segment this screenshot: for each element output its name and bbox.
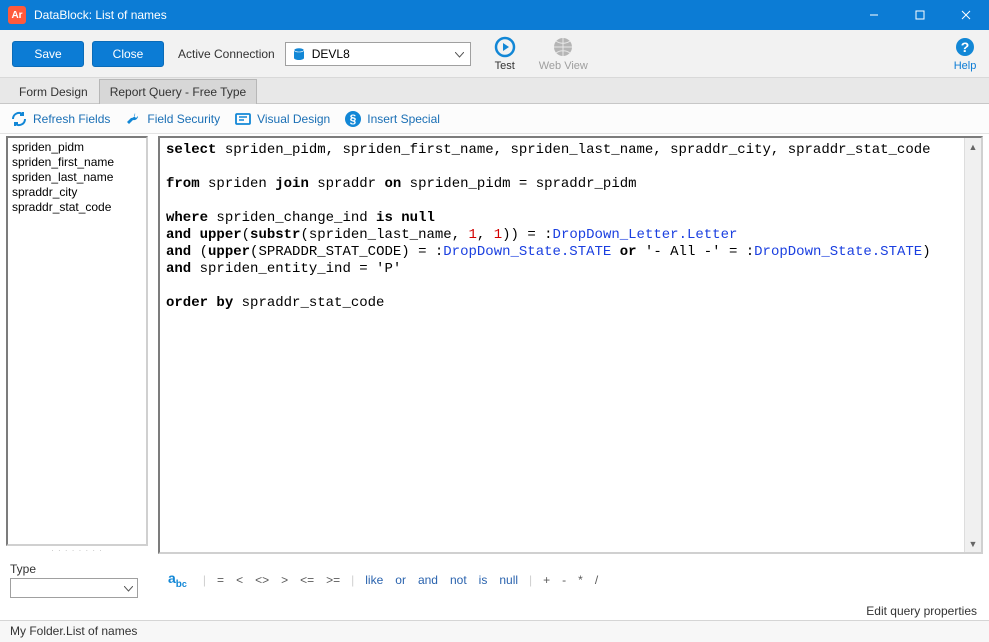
scroll-down-icon[interactable]: ▼	[965, 535, 981, 552]
minimize-button[interactable]	[851, 0, 897, 30]
app-icon: Ar	[8, 6, 26, 24]
operator-[interactable]: +	[540, 573, 553, 587]
close-window-button[interactable]	[943, 0, 989, 30]
operator-[interactable]: <>	[252, 573, 272, 587]
vertical-scrollbar[interactable]: ▲ ▼	[964, 138, 981, 552]
window-controls	[851, 0, 989, 30]
operator-[interactable]: >	[278, 573, 291, 587]
maximize-button[interactable]	[897, 0, 943, 30]
sql-editor-panel: select spriden_pidm, spriden_first_name,…	[158, 136, 983, 554]
field-item[interactable]: spriden_first_name	[12, 155, 142, 170]
database-icon	[292, 47, 306, 61]
operator-[interactable]: >=	[323, 573, 343, 587]
operator-[interactable]: *	[575, 573, 586, 587]
window-title: DataBlock: List of names	[34, 8, 851, 22]
operator-is[interactable]: is	[476, 573, 491, 587]
test-label: Test	[495, 60, 515, 72]
main-toolbar: Save Close Active Connection DEVL8 Test …	[0, 30, 989, 78]
insert-special-label: Insert Special	[367, 112, 440, 126]
help-button[interactable]: ? Help	[953, 35, 977, 72]
section-icon: §	[344, 110, 362, 128]
type-box: Type	[10, 562, 150, 598]
operator-bar: abc | =<<>><=>=|likeorandnotisnull|+-*/	[168, 570, 979, 590]
work-area: spriden_pidmspriden_first_namespriden_la…	[0, 134, 989, 554]
operator-[interactable]: =	[214, 573, 227, 587]
visual-design-label: Visual Design	[257, 112, 330, 126]
status-bar: My Folder.List of names	[0, 620, 989, 642]
svg-text:§: §	[350, 112, 357, 126]
close-button[interactable]: Close	[92, 41, 164, 67]
insert-special-button[interactable]: § Insert Special	[344, 110, 440, 128]
field-item[interactable]: spraddr_stat_code	[12, 200, 142, 215]
refresh-fields-button[interactable]: Refresh Fields	[10, 110, 110, 128]
refresh-icon	[10, 110, 28, 128]
status-text: My Folder.List of names	[10, 624, 137, 638]
operator-like[interactable]: like	[362, 573, 386, 587]
operator-[interactable]: <	[233, 573, 246, 587]
type-label: Type	[10, 562, 150, 576]
tab-bar: Form Design Report Query - Free Type	[0, 78, 989, 104]
type-select[interactable]	[10, 578, 138, 598]
titlebar: Ar DataBlock: List of names	[0, 0, 989, 30]
connection-select[interactable]: DEVL8	[285, 42, 471, 66]
drag-handle[interactable]: · · · · · · · ·	[6, 546, 148, 554]
sql-editor[interactable]: select spriden_pidm, spriden_first_name,…	[160, 138, 964, 552]
operator-[interactable]: -	[559, 573, 569, 587]
connection-value: DEVL8	[312, 47, 350, 61]
wrench-icon	[124, 110, 142, 128]
operator-null[interactable]: null	[496, 573, 521, 587]
operator-[interactable]: /	[592, 573, 601, 587]
abc-button[interactable]: abc	[168, 570, 195, 590]
field-item[interactable]: spriden_last_name	[12, 170, 142, 185]
operator-and[interactable]: and	[415, 573, 441, 587]
field-item[interactable]: spraddr_city	[12, 185, 142, 200]
operator-[interactable]: <=	[297, 573, 317, 587]
tab-form-design[interactable]: Form Design	[8, 79, 99, 104]
bottom-bar: Type abc | =<<>><=>=|likeorandnotisnull|…	[0, 554, 989, 604]
query-toolbar: Refresh Fields Field Security Visual Des…	[0, 104, 989, 134]
save-button[interactable]: Save	[12, 41, 84, 67]
help-icon: ?	[953, 35, 977, 59]
visual-design-button[interactable]: Visual Design	[234, 110, 330, 128]
svg-text:?: ?	[961, 39, 970, 55]
play-icon	[493, 35, 517, 59]
field-security-label: Field Security	[147, 112, 220, 126]
chevron-down-icon	[455, 47, 464, 61]
help-label: Help	[954, 60, 977, 72]
field-security-button[interactable]: Field Security	[124, 110, 220, 128]
tab-report-query[interactable]: Report Query - Free Type	[99, 79, 258, 104]
operator-or[interactable]: or	[392, 573, 409, 587]
scroll-up-icon[interactable]: ▲	[965, 138, 981, 155]
web-view-label: Web View	[539, 60, 588, 72]
test-button[interactable]: Test	[493, 35, 517, 72]
globe-icon	[551, 35, 575, 59]
web-view-button: Web View	[539, 35, 588, 72]
chevron-down-icon	[124, 581, 133, 595]
edit-query-properties-link[interactable]: Edit query properties	[866, 604, 977, 618]
design-icon	[234, 110, 252, 128]
field-list[interactable]: spriden_pidmspriden_first_namespriden_la…	[6, 136, 148, 546]
field-list-panel: spriden_pidmspriden_first_namespriden_la…	[6, 136, 148, 554]
refresh-fields-label: Refresh Fields	[33, 112, 110, 126]
field-item[interactable]: spriden_pidm	[12, 140, 142, 155]
operator-not[interactable]: not	[447, 573, 470, 587]
active-connection-label: Active Connection	[178, 47, 275, 61]
